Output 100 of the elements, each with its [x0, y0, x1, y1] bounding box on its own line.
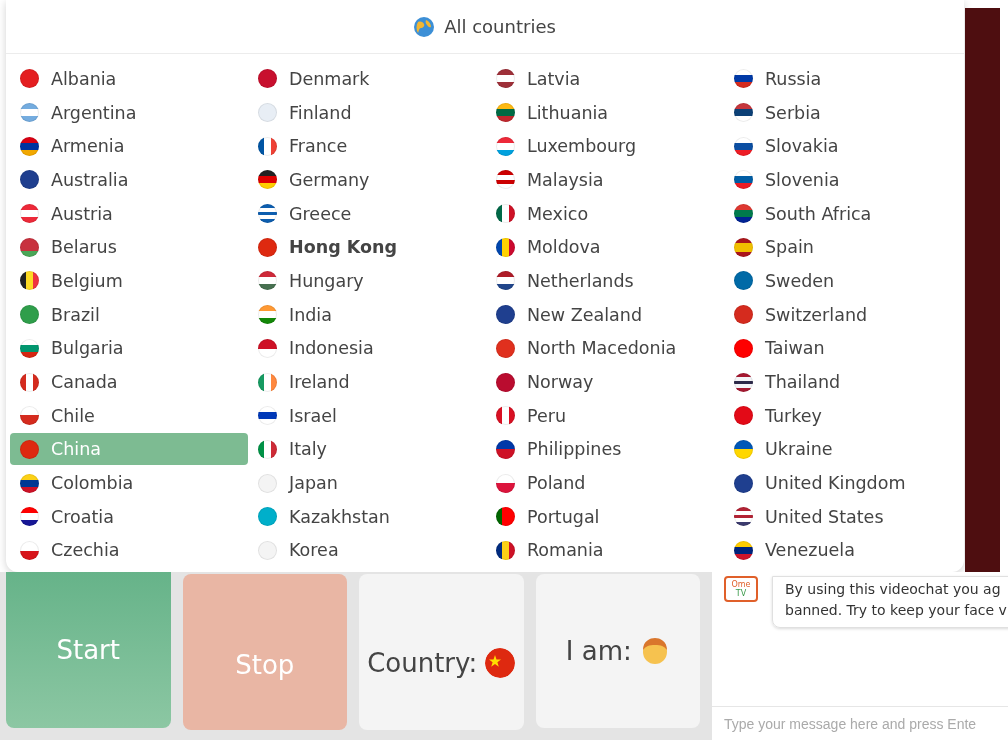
country-option[interactable]: Switzerland — [724, 298, 962, 331]
country-option[interactable]: Bulgaria — [10, 332, 248, 365]
flag-icon — [496, 103, 515, 123]
country-option[interactable]: Malaysia — [486, 163, 724, 196]
flag-icon — [20, 271, 39, 291]
country-option[interactable]: Thailand — [724, 366, 962, 399]
flag-icon — [734, 338, 753, 358]
country-option[interactable]: Poland — [486, 467, 724, 500]
flag-icon — [734, 170, 753, 190]
country-option[interactable]: New Zealand — [486, 298, 724, 331]
country-option[interactable]: Peru — [486, 399, 724, 432]
flag-icon — [496, 406, 515, 426]
flag-icon — [734, 271, 753, 291]
country-option[interactable]: Denmark — [248, 62, 486, 95]
country-option[interactable]: Greece — [248, 197, 486, 230]
flag-icon — [496, 507, 515, 527]
flag-icon — [258, 406, 277, 426]
country-option[interactable]: Armenia — [10, 130, 248, 163]
country-option[interactable]: Turkey — [724, 399, 962, 432]
flag-icon — [496, 136, 515, 156]
country-option[interactable]: Lithuania — [486, 96, 724, 129]
country-option[interactable]: Netherlands — [486, 264, 724, 297]
country-option[interactable]: France — [248, 130, 486, 163]
country-option[interactable]: United States — [724, 500, 962, 533]
country-option[interactable]: Colombia — [10, 467, 248, 500]
flag-icon — [734, 305, 753, 325]
country-option[interactable]: Serbia — [724, 96, 962, 129]
country-option[interactable]: Slovakia — [724, 130, 962, 163]
country-option[interactable]: Brazil — [10, 298, 248, 331]
country-option[interactable]: Luxembourg — [486, 130, 724, 163]
country-option[interactable]: Mexico — [486, 197, 724, 230]
country-option[interactable]: Finland — [248, 96, 486, 129]
flag-icon — [258, 136, 277, 156]
country-option[interactable]: Chile — [10, 399, 248, 432]
flag-icon — [734, 507, 753, 527]
flag-icon — [20, 305, 39, 325]
country-option[interactable]: North Macedonia — [486, 332, 724, 365]
country-option[interactable]: Argentina — [10, 96, 248, 129]
country-option[interactable]: Slovenia — [724, 163, 962, 196]
country-option[interactable]: Kazakhstan — [248, 500, 486, 533]
country-option[interactable]: Belgium — [10, 264, 248, 297]
country-option[interactable]: Germany — [248, 163, 486, 196]
country-option[interactable]: Czechia — [10, 534, 248, 567]
country-option[interactable]: Croatia — [10, 500, 248, 533]
country-option[interactable]: Korea — [248, 534, 486, 567]
country-option[interactable]: Norway — [486, 366, 724, 399]
flag-icon — [258, 439, 277, 459]
country-option[interactable]: Austria — [10, 197, 248, 230]
country-option[interactable]: Romania — [486, 534, 724, 567]
flag-icon — [496, 540, 515, 560]
flag-icon — [734, 103, 753, 123]
country-option[interactable]: Ireland — [248, 366, 486, 399]
gender-button[interactable]: I am: — [535, 574, 700, 728]
flag-icon — [734, 540, 753, 560]
country-option[interactable]: Sweden — [724, 264, 962, 297]
flag-icon — [258, 540, 277, 560]
flag-icon — [20, 439, 39, 459]
country-option[interactable]: Hungary — [248, 264, 486, 297]
country-option[interactable]: Moldova — [486, 231, 724, 264]
flag-icon — [496, 237, 515, 257]
country-option[interactable]: Japan — [248, 467, 486, 500]
flag-icon — [734, 439, 753, 459]
flag-icon — [496, 271, 515, 291]
country-option[interactable]: Latvia — [486, 62, 724, 95]
country-option[interactable]: Spain — [724, 231, 962, 264]
flag-icon — [734, 69, 753, 89]
country-button[interactable]: Country: — [359, 574, 524, 730]
dialog-title: All countries — [444, 16, 556, 37]
country-option[interactable]: Hong Kong — [248, 231, 486, 264]
flag-icon — [258, 372, 277, 392]
country-option[interactable]: Russia — [724, 62, 962, 95]
country-option[interactable]: Taiwan — [724, 332, 962, 365]
country-option[interactable]: India — [248, 298, 486, 331]
country-option[interactable]: Australia — [10, 163, 248, 196]
country-option[interactable]: Albania — [10, 62, 248, 95]
country-option[interactable]: Canada — [10, 366, 248, 399]
flag-icon — [496, 69, 515, 89]
flag-icon — [496, 170, 515, 190]
flag-icon — [734, 136, 753, 156]
country-option[interactable]: Venezuela — [724, 534, 962, 567]
country-option[interactable]: United Kingdom — [724, 467, 962, 500]
flag-icon — [496, 473, 515, 493]
country-option[interactable]: Israel — [248, 399, 486, 432]
country-option[interactable]: Portugal — [486, 500, 724, 533]
flag-icon — [20, 473, 39, 493]
flag-icon — [734, 204, 753, 224]
flag-icon — [20, 136, 39, 156]
country-option[interactable]: Belarus — [10, 231, 248, 264]
country-option[interactable]: Ukraine — [724, 433, 962, 466]
flag-icon — [20, 237, 39, 257]
flag-icon — [496, 372, 515, 392]
flag-icon — [258, 204, 277, 224]
flag-icon — [258, 237, 277, 257]
country-option[interactable]: Italy — [248, 433, 486, 466]
country-option[interactable]: Philippines — [486, 433, 724, 466]
flag-icon — [20, 406, 39, 426]
flag-icon — [20, 507, 39, 527]
country-option[interactable]: South Africa — [724, 197, 962, 230]
country-option[interactable]: Indonesia — [248, 332, 486, 365]
flag-icon — [20, 69, 39, 89]
